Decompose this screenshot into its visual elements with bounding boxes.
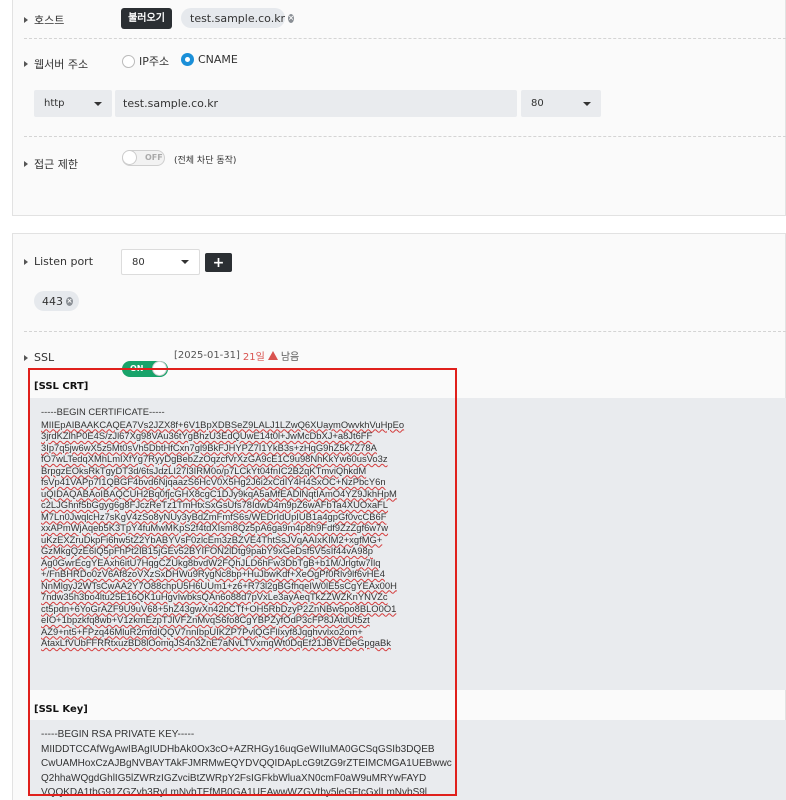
host-chip: test.sample.co.kr × [181,8,294,28]
ssl-crt-title: [SSL CRT] [34,381,89,392]
listen-label: Listen port [34,255,94,268]
crt-line: uQIDAQABAoIBAQCUH2Bq0fjcGHX8cgC1DJy9kqA5… [41,487,397,499]
divider [24,331,786,332]
chevron-down-icon [583,101,591,106]
plus-icon: + [212,254,225,271]
host-label-row: 호스트 [24,12,64,28]
bullet-triangle-icon [24,17,28,23]
crt-line: AtaxLfVUbFFRRtxuzBD8lOomqJS4n3ZnE7aNvLTV… [41,637,391,648]
crt-header: -----BEGIN CERTIFICATE----- [41,406,165,417]
crt-line: fsVp41VAPp7I1QBGF4bvd6NjqaazS6HcV0X5Hg2J… [41,476,386,487]
crt-line: 3Ip7q5jw6wX5z5Mt0sVh5DbtHfCxn7gl9BkFJHYP… [41,441,377,453]
crt-line: xxAPmWjAqeb5K3TpY4fuMwMKpS2f4tdXIsm8Qz5p… [41,522,389,533]
protocol-value: http [44,98,65,109]
radio-cname-label: CNAME [198,53,238,66]
ssl-expiry-date: [2025-01-31] [174,350,240,361]
key-line: VQQKDA1tbG91ZGZvb3RyLmNvbTEfMB0GA1UEAwwW… [41,787,428,798]
add-port-button[interactable]: + [205,253,232,272]
crt-line: fO7wLTedqXMhLmIXfYg7RyyDgBebZzOqzcfVrXzG… [41,453,388,464]
port-value: 80 [531,98,544,109]
host-address-value: test.sample.co.kr [123,97,219,110]
ssl-remain: 남음 [280,352,300,363]
radio-checked-icon [181,53,194,66]
port-select[interactable]: 80 [521,90,601,117]
bullet-triangle-icon [24,354,28,361]
radio-cname[interactable]: CNAME [181,53,238,66]
crt-lines: MIIEpAIBAAKCAQEA7Vs2JZX8f+6V1BpXDBSeZ9LA… [41,419,786,649]
crt-line: 3jrdKZlhP0E4S/zJl67Xg98VAu36tYgBhzU3EdQU… [41,430,373,441]
ssl-crt-textarea[interactable]: -----BEGIN CERTIFICATE----- MIIEpAIBAAKC… [30,398,786,690]
toggle-knob [122,150,137,165]
crt-line: uKzEXZruDkpFi6hw5tZ2YbABYVsF0zlcEm3zBZVE… [41,533,383,545]
radio-unchecked-icon [122,54,135,68]
access-toggle-label: OFF [145,153,163,162]
radio-ip-label: IP주소 [139,55,170,68]
bullet-triangle-icon [24,258,28,265]
key-header: -----BEGIN RSA PRIVATE KEY----- [41,729,195,740]
ssl-key-title: [SSL Key] [34,704,88,715]
listen-port-select[interactable]: 80 [121,249,200,275]
crt-line: ct5pdn+6YoGrAZF9U9uV68+5hZ43gwXn42bCTf+O… [41,602,397,614]
port-chip-label: 443 [42,294,63,308]
crt-line: GzMkgQzE6lQ5pFhPt2IB15jGEv52BYIFON2lDtg9… [41,545,373,556]
divider [24,38,786,39]
access-note: (전체 차단 동작) [174,156,237,166]
key-line: CwUAMHoxCzAJBgNVBAYTAkFJMRMwEQYDVQQIDApL… [41,758,452,769]
ssl-label-row: SSL [24,351,54,364]
access-label: 접근 제한 [34,158,78,171]
crt-line: BrpgzEOksRkTgyDT3d/6tsJdzLI27l3IRM0o/p7L… [41,464,367,476]
chevron-down-icon [181,260,189,264]
web-server-label: 웹서버 주소 [34,58,89,71]
port-chip: 443 × [34,291,79,311]
key-lines: MIIDDTCCAfWgAwIBAgIUDHbAk0Ox3cO+AZRHGy16… [41,743,786,800]
crt-line: MIIEpAIBAAKCAQEA7Vs2JZX8f+6V1BpXDBSeZ9LA… [41,418,405,430]
radio-ip[interactable]: IP주소 [122,53,169,69]
divider [24,136,786,137]
toggle-knob [152,361,167,376]
crt-line: Ag0GwrEcgYEAxh6itU7HqgCZUkg8bvdW2FQhJLD6… [41,556,381,568]
key-line: MIIDDTCCAfWgAwIBAgIUDHbAk0Ox3cO+AZRHGy16… [41,743,435,755]
crt-line: NnMlgyJ2WTsCwAA2Y7O88chpU5H6UUm1+z6+R73l… [41,579,397,591]
ssl-toggle-label: ON [130,364,144,373]
crt-line: eIO+1bpzkfq8wb+V1zkmEzpTJlVFZnMvqS6fo8Cg… [41,614,370,625]
protocol-select[interactable]: http [34,90,112,117]
remove-icon[interactable]: × [66,296,73,306]
ssl-expiry: [2025-01-31] 21일 남음 [174,348,299,363]
warning-icon [267,351,278,360]
host-label: 호스트 [34,14,65,27]
access-label-row: 접근 제한 [24,156,78,172]
host-chip-label: test.sample.co.kr [190,11,286,25]
access-toggle[interactable]: OFF [122,150,165,166]
listen-label-row: Listen port [24,255,93,268]
crt-line: +/FnBHRDo0zV6Af8zoVXzSxDHWu9RygNc8bp+HuJ… [41,568,385,579]
key-line: Q2hhaWQgdGhlIG5lZWRzIGZvciBtZWRpY2FsIGFk… [41,772,427,784]
chevron-down-icon [94,101,102,106]
bullet-triangle-icon [24,161,28,167]
ssl-days-left: 21일 [242,352,265,363]
web-server-label-row: 웹서버 주소 [24,56,88,72]
listen-port-value: 80 [132,256,145,268]
ssl-label: SSL [34,351,55,364]
crt-line: c2LJGhnf5bGgyg6g8FJczReTz1TmHtxSxGsUfs78… [41,499,389,510]
host-address-input[interactable]: test.sample.co.kr [115,90,517,117]
remove-icon[interactable]: × [288,13,294,23]
bullet-triangle-icon [24,61,28,67]
crt-line: M7Ln0JwqlcHz7sKgV4zSo8yNUy3yBdZmFmfS6s/W… [41,510,387,522]
crt-line: 7ndw35h3bo4ltu25E16QK1uHgvIwbksQAn6o88d7… [41,591,388,602]
ssl-key-textarea[interactable]: -----BEGIN RSA PRIVATE KEY----- MIIDDTCC… [30,720,786,800]
ssl-toggle[interactable]: ON [122,361,168,377]
load-button[interactable]: 불러오기 [121,8,172,29]
crt-line: AZ9+nt5+FPzq46MluR2mfdIQQV7nnIbpUIKZP7Pv… [41,625,363,637]
